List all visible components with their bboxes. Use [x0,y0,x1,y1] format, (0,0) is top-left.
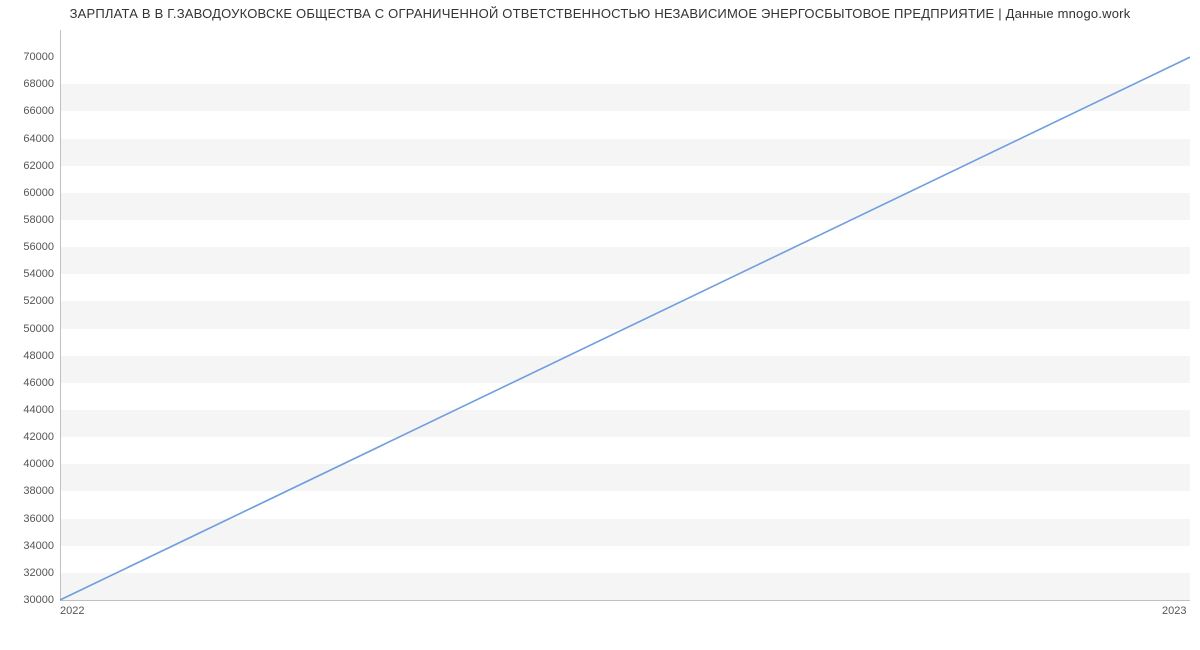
y-tick-label: 36000 [8,513,54,525]
line-series [60,30,1190,600]
y-tick-label: 62000 [8,160,54,172]
y-tick-label: 30000 [8,594,54,606]
y-tick-label: 56000 [8,241,54,253]
series-line [60,57,1190,600]
y-tick-label: 38000 [8,485,54,497]
y-tick-label: 32000 [8,567,54,579]
y-tick-label: 64000 [8,133,54,145]
y-tick-label: 40000 [8,458,54,470]
y-tick-label: 70000 [8,51,54,63]
chart-title: ЗАРПЛАТА В В Г.ЗАВОДОУКОВСКЕ ОБЩЕСТВА С … [0,6,1200,21]
x-tick-label: 2023 [1162,605,1186,617]
y-tick-label: 44000 [8,404,54,416]
y-tick-label: 58000 [8,214,54,226]
chart-container: ЗАРПЛАТА В В Г.ЗАВОДОУКОВСКЕ ОБЩЕСТВА С … [0,0,1200,650]
y-tick-label: 52000 [8,295,54,307]
y-tick-label: 68000 [8,78,54,90]
y-tick-label: 42000 [8,431,54,443]
y-tick-label: 46000 [8,377,54,389]
y-tick-label: 54000 [8,268,54,280]
y-tick-label: 34000 [8,540,54,552]
x-tick-label: 2022 [60,605,84,617]
y-tick-label: 66000 [8,105,54,117]
y-tick-label: 48000 [8,350,54,362]
y-tick-label: 60000 [8,187,54,199]
y-tick-label: 50000 [8,323,54,335]
